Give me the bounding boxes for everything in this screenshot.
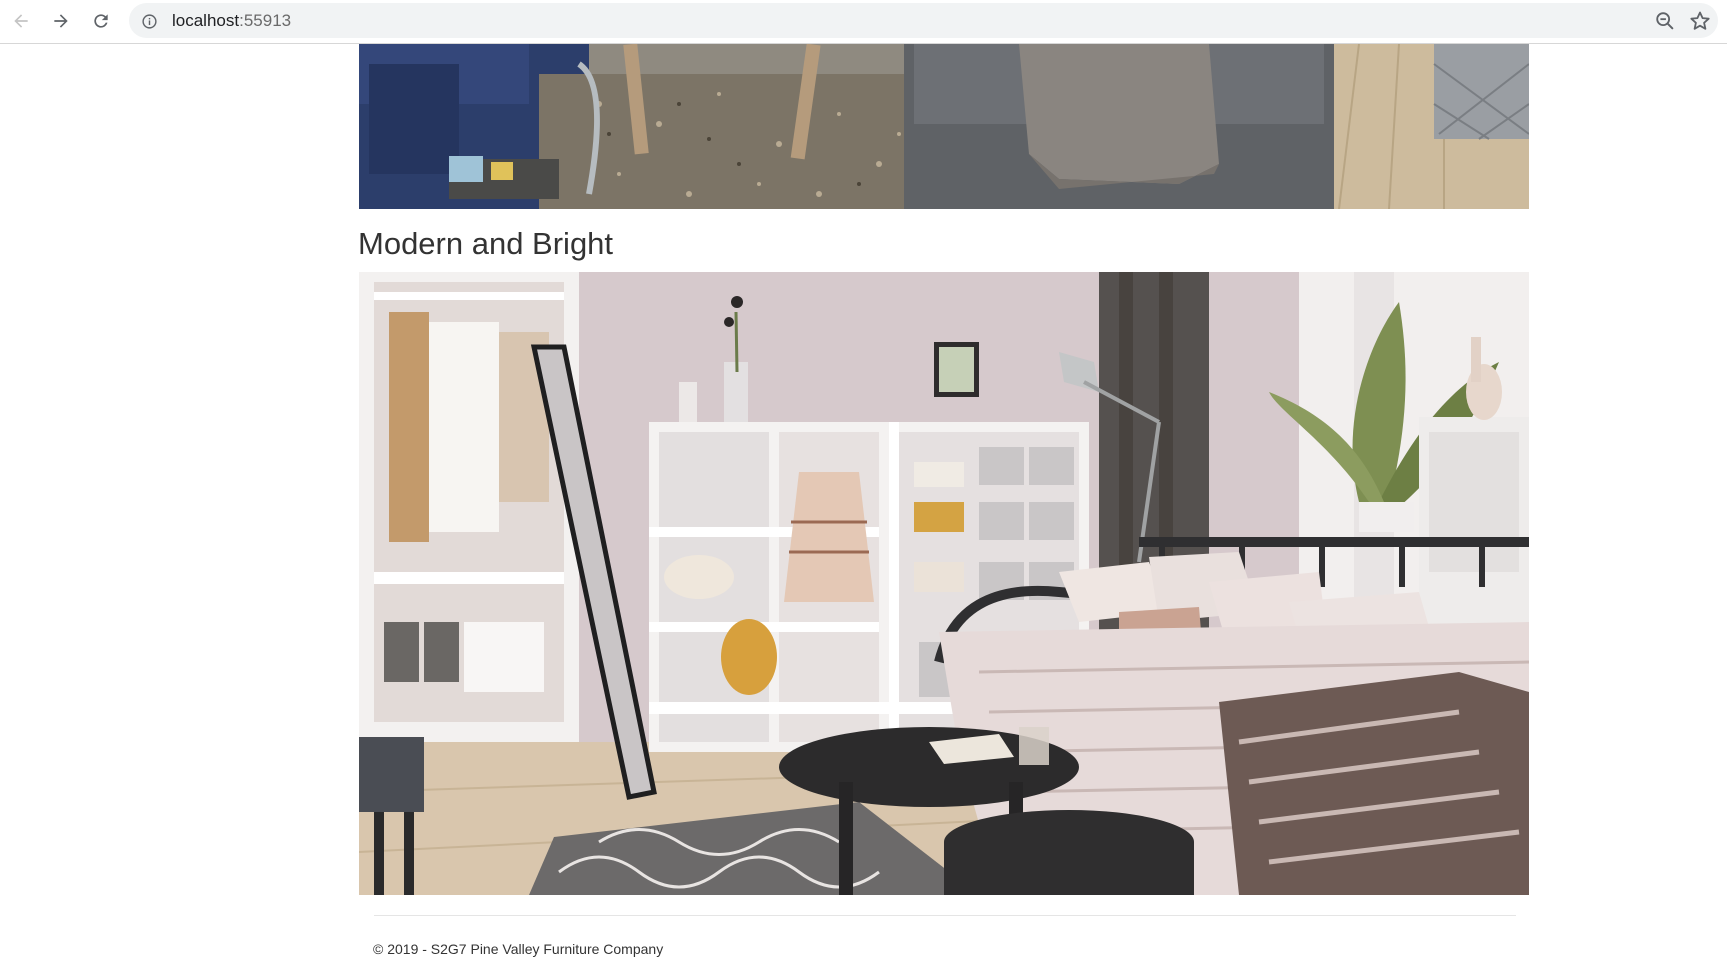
star-icon[interactable] (1688, 9, 1712, 33)
address-bar[interactable]: localhost:55913 (129, 3, 1718, 38)
back-button[interactable] (6, 6, 36, 36)
browser-toolbar: localhost:55913 (0, 0, 1727, 44)
footer-divider (374, 915, 1516, 916)
url-port: :55913 (239, 11, 292, 30)
info-icon (141, 13, 157, 29)
arrow-right-icon (54, 14, 68, 28)
reload-icon (94, 14, 108, 28)
bedroom-photo (359, 272, 1529, 895)
forward-button[interactable] (46, 6, 76, 36)
page-content: Modern and Bright © 2019 - S2G7 Pine Val… (0, 44, 1727, 966)
zoom-out-icon[interactable] (1654, 10, 1676, 32)
section-title: Modern and Bright (358, 226, 614, 261)
url-host: localhost (172, 11, 240, 30)
footer-copyright: © 2019 - S2G7 Pine Valley Furniture Comp… (373, 941, 664, 957)
living-room-photo (359, 44, 1529, 209)
site-info-button[interactable] (139, 11, 159, 31)
arrow-left-icon (14, 14, 28, 28)
url-text[interactable]: localhost:55913 (172, 11, 291, 31)
reload-button[interactable] (86, 6, 116, 36)
